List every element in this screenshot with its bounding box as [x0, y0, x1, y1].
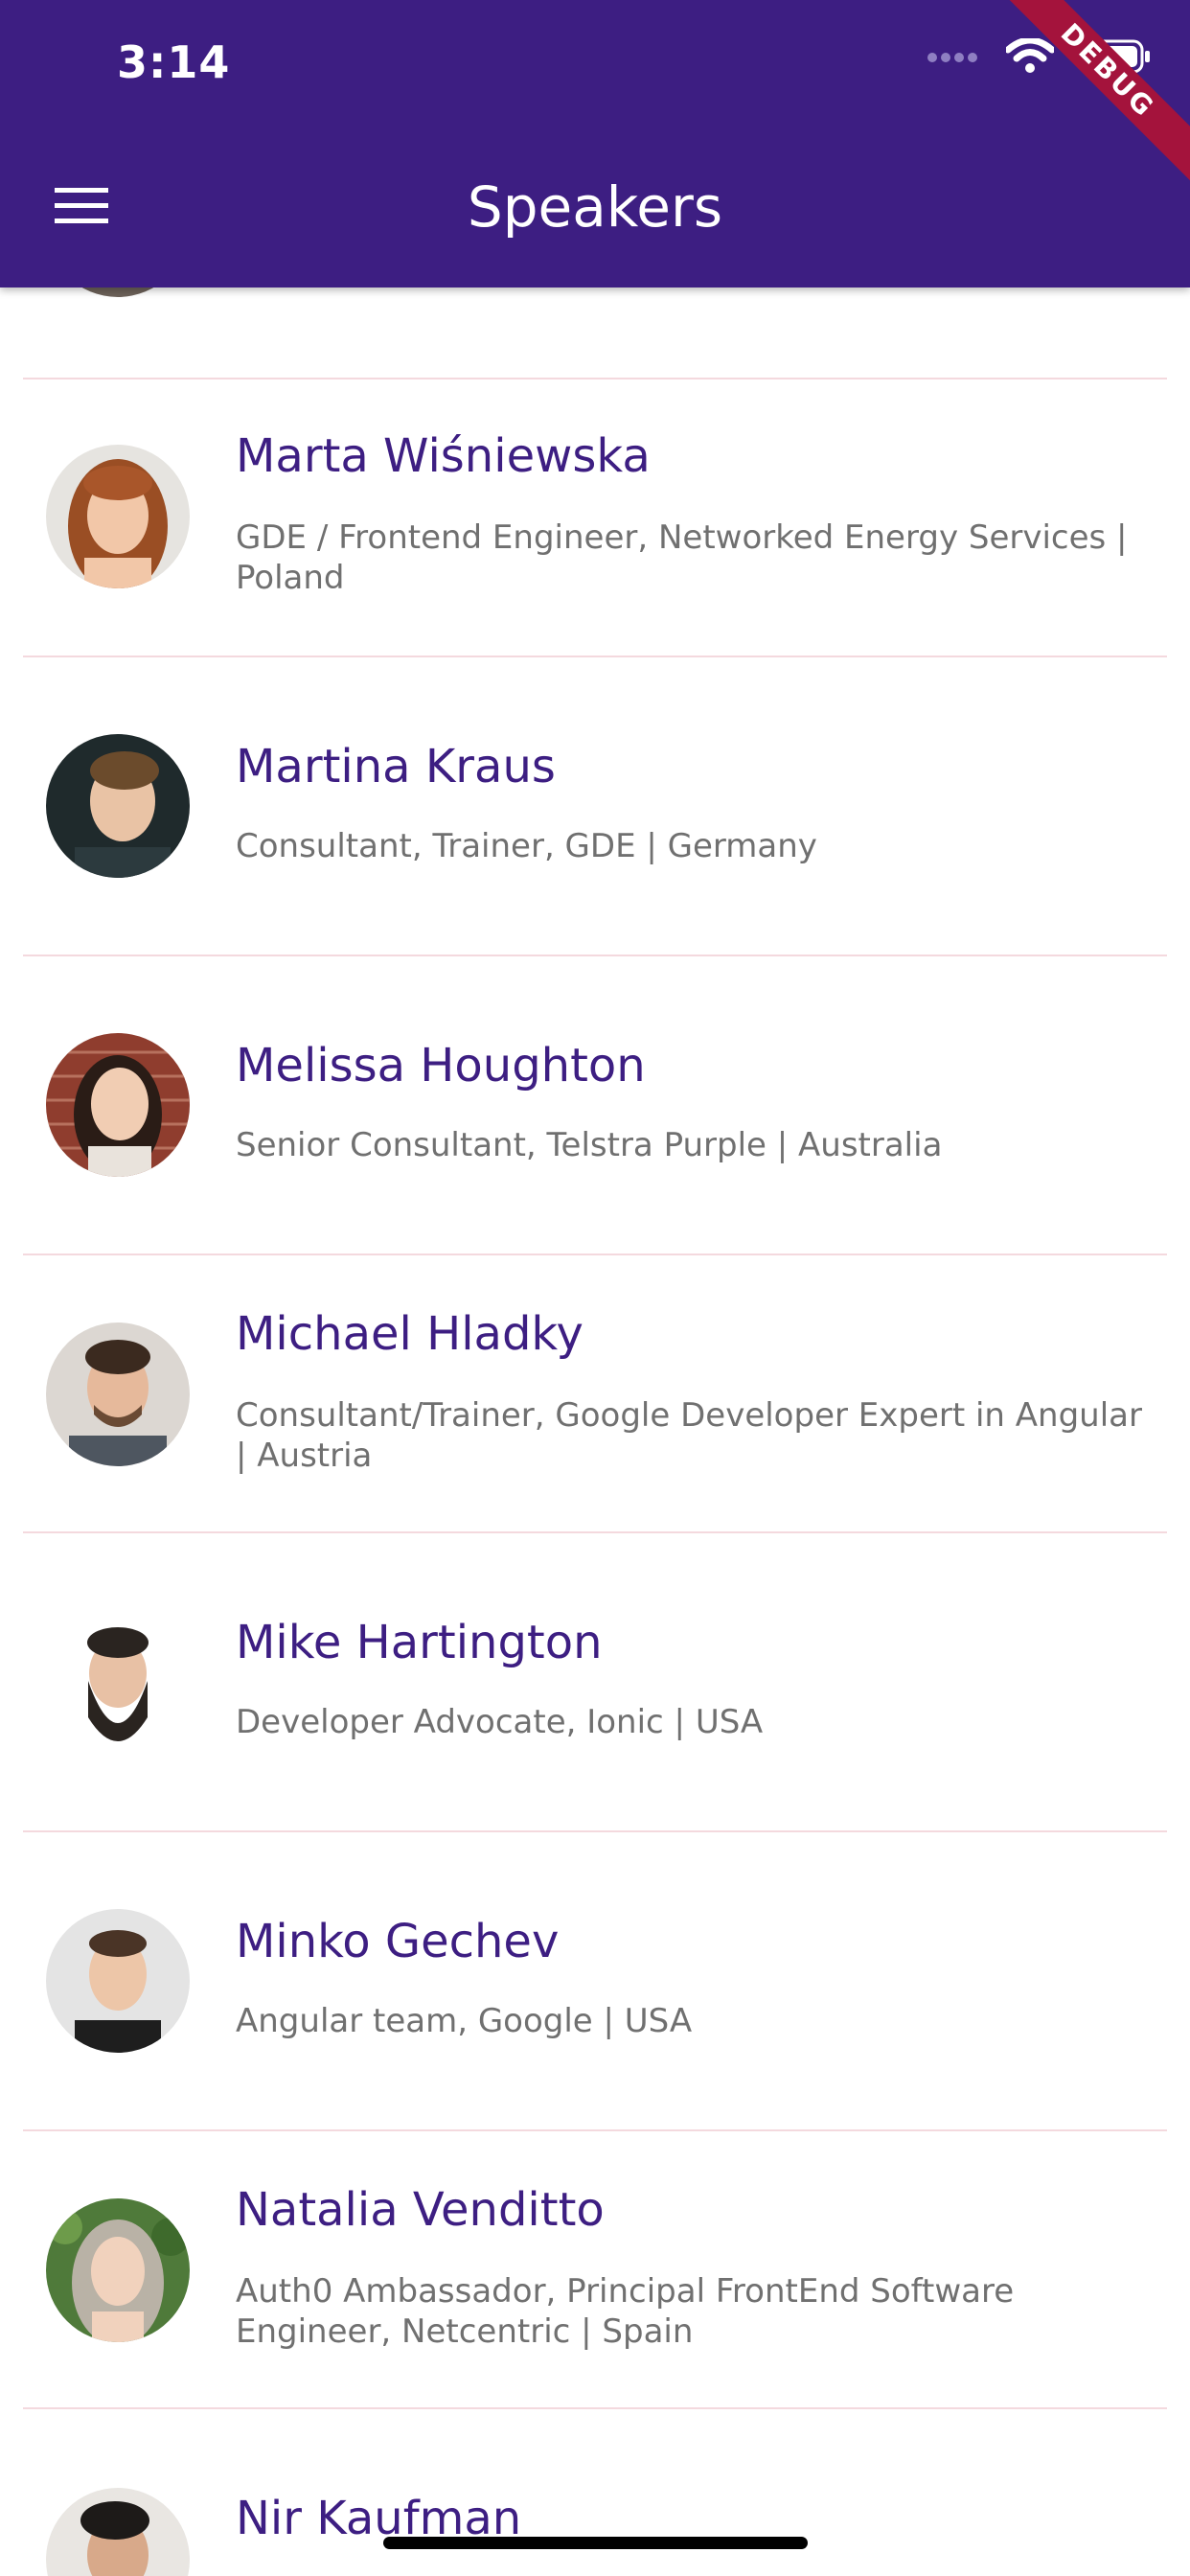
status-time: 3:14 — [117, 36, 231, 88]
home-indicator[interactable] — [383, 2537, 808, 2549]
avatar — [46, 2488, 190, 2576]
speaker-description: Developer Advocate, Ionic | USA — [236, 1703, 764, 1741]
speaker-description: Auth0 Ambassador, Principal FrontEnd Sof… — [236, 2272, 1015, 2351]
debug-banner: DEBUG — [979, 0, 1190, 211]
avatar — [46, 1033, 190, 1177]
list-item[interactable]: Martina Kraus Consultant, Trainer, GDE |… — [23, 657, 1167, 954]
speaker-name: Minko Gechev — [236, 1915, 560, 1968]
list-item[interactable]: Michael Hladky Consultant/Trainer, Googl… — [23, 1255, 1167, 1533]
list-item[interactable]: Melissa Houghton Senior Consultant, Tels… — [23, 956, 1167, 1254]
list-item[interactable]: Natalia Venditto Auth0 Ambassador, Princ… — [23, 2131, 1167, 2409]
avatar — [46, 1322, 190, 1466]
debug-banner-label: DEBUG — [992, 0, 1190, 187]
speaker-list[interactable]: Marta Wiśniewska GDE / Frontend Engineer… — [0, 0, 1190, 2576]
speaker-name: Natalia Venditto — [236, 2183, 605, 2237]
speaker-name: Marta Wiśniewska — [236, 429, 651, 483]
speaker-description: Angular team, Google | USA — [236, 2002, 693, 2040]
avatar — [46, 445, 190, 588]
speaker-name: Melissa Houghton — [236, 1039, 646, 1092]
speakers-screen: Marta Wiśniewska GDE / Frontend Engineer… — [0, 0, 1190, 2576]
speaker-description: GDE / Frontend Engineer, Networked Energ… — [236, 518, 1128, 597]
speaker-description: Consultant, Trainer, GDE | Germany — [236, 827, 817, 865]
avatar — [46, 1909, 190, 2053]
avatar — [46, 1612, 190, 1756]
speaker-name: Martina Kraus — [236, 740, 556, 794]
avatar — [46, 2198, 190, 2342]
list-item[interactable]: Nir Kaufman — [23, 2409, 1167, 2576]
list-item[interactable]: Mike Hartington Developer Advocate, Ioni… — [23, 1533, 1167, 1830]
speaker-description: Consultant/Trainer, Google Developer Exp… — [236, 1396, 1142, 1475]
list-item[interactable]: Minko Gechev Angular team, Google | USA — [23, 1832, 1167, 2129]
speaker-name: Michael Hladky — [236, 1307, 584, 1361]
list-item[interactable]: Marta Wiśniewska GDE / Frontend Engineer… — [23, 380, 1167, 657]
speaker-description: Senior Consultant, Telstra Purple | Aust… — [236, 1126, 943, 1164]
cellular-signal-icon — [926, 50, 981, 68]
avatar — [46, 734, 190, 878]
speaker-name: Mike Hartington — [236, 1616, 603, 1669]
